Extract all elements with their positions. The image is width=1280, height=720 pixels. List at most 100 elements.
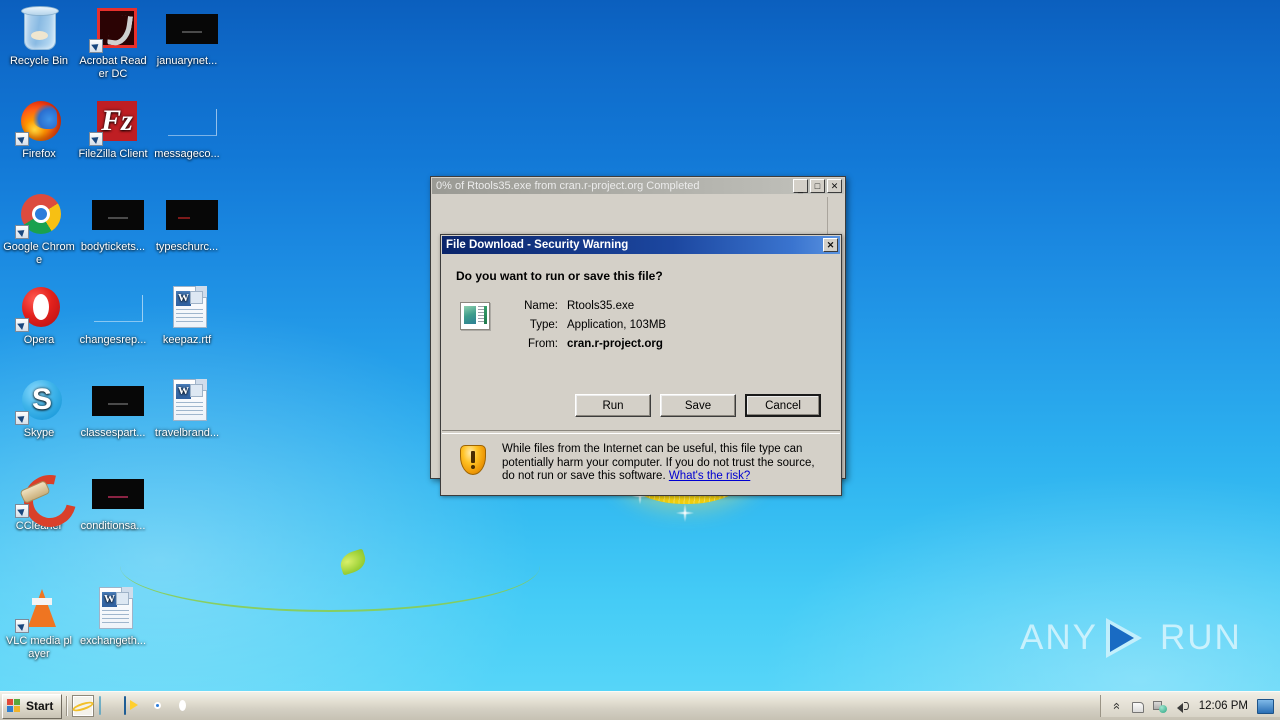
shield-exclamation-dot bbox=[471, 465, 475, 469]
desktop-icon-label: FileZilla Client bbox=[78, 148, 148, 160]
wallpaper-leaf bbox=[337, 548, 369, 576]
desktop-icon[interactable]: Fz FileZilla Client bbox=[76, 99, 150, 161]
desktop-icon[interactable]: CCleaner bbox=[2, 471, 76, 533]
taskbar-separator bbox=[66, 696, 68, 716]
maximize-button[interactable]: □ bbox=[810, 179, 825, 193]
show-hidden-icons-icon[interactable] bbox=[1109, 699, 1123, 713]
save-button[interactable]: Save bbox=[660, 394, 736, 417]
desktop-icon-label: Acrobat Reader DC bbox=[79, 55, 147, 80]
shortcut-arrow-icon bbox=[15, 318, 29, 332]
desktop-icon[interactable]: conditionsa... bbox=[76, 471, 150, 533]
clock[interactable]: 12:06 PM bbox=[1199, 700, 1248, 712]
blackthumb-icon bbox=[164, 6, 218, 52]
download-window-titlebar[interactable]: 0% of Rtools35.exe from cran.r-project.o… bbox=[432, 178, 844, 194]
minimize-button[interactable]: _ bbox=[793, 179, 808, 193]
file-detail-label: Name: bbox=[524, 300, 558, 312]
desktop-icon[interactable]: VLC media player bbox=[2, 586, 76, 660]
action-center-flag-icon[interactable] bbox=[1131, 701, 1144, 713]
thumb-dash bbox=[182, 30, 202, 33]
desktop-icon[interactable]: messageco... bbox=[150, 99, 224, 161]
doc-thumb bbox=[190, 384, 203, 397]
thumb-dash bbox=[108, 216, 128, 219]
file-detail-value: Rtools35.exe bbox=[567, 300, 635, 312]
thumb-dash bbox=[108, 402, 128, 405]
taskbar-internet-explorer-button[interactable] bbox=[74, 697, 93, 715]
desktop-icon[interactable]: Wkeepaz.rtf bbox=[150, 285, 224, 347]
blackthumb-icon bbox=[90, 192, 144, 238]
cancel-button[interactable]: Cancel bbox=[745, 394, 821, 417]
maximize-icon: □ bbox=[814, 181, 821, 191]
warning-shield-icon bbox=[460, 445, 486, 475]
ccleaner-icon bbox=[15, 471, 62, 518]
desktop-icon-label: conditionsa... bbox=[80, 520, 146, 532]
desktop-icon-label: Recycle Bin bbox=[9, 55, 69, 67]
security-dialog-titlebar[interactable]: File Download - Security Warning ✕ bbox=[442, 236, 840, 254]
desktop-icon[interactable]: S Skype bbox=[2, 378, 76, 440]
desktop-icon[interactable]: Wexchangeth... bbox=[76, 586, 150, 648]
network-icon[interactable] bbox=[1152, 699, 1167, 713]
file-download-security-warning-dialog[interactable]: File Download - Security Warning ✕ Do yo… bbox=[440, 234, 842, 496]
minimize-icon: _ bbox=[797, 183, 803, 193]
doc-thumb bbox=[190, 291, 203, 304]
desktop-icon-label: januarynet... bbox=[156, 55, 218, 67]
desktop-icon[interactable]: januarynet... bbox=[150, 6, 224, 68]
desktop-icon[interactable]: typeschurc... bbox=[150, 192, 224, 254]
run-button[interactable]: Run bbox=[575, 394, 651, 417]
download-progress-window[interactable]: 0% of Rtools35.exe from cran.r-project.o… bbox=[430, 176, 846, 496]
download-window-body: File Download - Security Warning ✕ Do yo… bbox=[432, 195, 844, 496]
desktop-icon[interactable]: Firefox bbox=[2, 99, 76, 161]
word-logo: W bbox=[176, 384, 191, 399]
blackthumb-icon bbox=[90, 471, 144, 517]
file-detail-label: From: bbox=[527, 338, 558, 350]
volume-icon[interactable] bbox=[1176, 699, 1190, 713]
quick-launch-bar bbox=[71, 696, 192, 715]
show-desktop-button[interactable] bbox=[1257, 698, 1274, 714]
word-icon: W bbox=[164, 378, 210, 424]
security-dialog-close-button[interactable]: ✕ bbox=[823, 238, 838, 252]
thumb-dash bbox=[108, 495, 128, 498]
system-tray[interactable]: 12:06 PM bbox=[1099, 695, 1280, 717]
desktop[interactable]: Recycle Bin Acrobat Reader DC januarynet..… bbox=[0, 0, 1280, 700]
shield-exclamation-bar bbox=[471, 451, 475, 463]
start-button[interactable]: Start bbox=[2, 693, 63, 719]
desktop-icon[interactable]: Opera bbox=[2, 285, 76, 347]
desktop-icon[interactable]: bodytickets... bbox=[76, 192, 150, 254]
desktop-icon[interactable]: classespart... bbox=[76, 378, 150, 440]
icon-art: W bbox=[173, 286, 207, 328]
close-button[interactable]: ✕ bbox=[827, 179, 842, 193]
icon-art bbox=[92, 479, 144, 509]
desktop-icon[interactable]: Google Chrome bbox=[2, 192, 76, 266]
desktop-icon[interactable]: Recycle Bin bbox=[2, 6, 76, 68]
desktop-icon-label: VLC media player bbox=[5, 635, 73, 660]
desktop-icon[interactable]: Wtravelbrand... bbox=[150, 378, 224, 440]
shortcut-arrow-icon bbox=[15, 132, 29, 146]
taskbar-opera-button[interactable] bbox=[174, 697, 192, 715]
warning-message: While files from the Internet can be use… bbox=[502, 443, 815, 482]
desktop-icon-label: keepaz.rtf bbox=[162, 334, 212, 346]
word-logo: W bbox=[102, 592, 117, 607]
taskbar-windows-media-player-button[interactable] bbox=[124, 696, 142, 715]
desktop-icon-grid: Recycle Bin Acrobat Reader DC januarynet..… bbox=[0, 0, 226, 690]
desktop-icon[interactable]: Acrobat Reader DC bbox=[76, 6, 150, 80]
file-detail-row: Type: Application, 103MB bbox=[442, 319, 840, 331]
taskbar-file-explorer-button[interactable] bbox=[99, 696, 117, 715]
dialog-question: Do you want to run or save this file? bbox=[456, 269, 663, 283]
desktop-icon[interactable]: changesrep... bbox=[76, 285, 150, 347]
taskbar-google-chrome-button[interactable] bbox=[149, 697, 167, 715]
doc-thumb bbox=[116, 592, 129, 605]
desktop-icon-label: travelbrand... bbox=[154, 427, 220, 439]
file-detail-row: Name: Rtools35.exe bbox=[442, 300, 840, 312]
opera-icon bbox=[15, 285, 62, 332]
chrome-icon bbox=[15, 192, 62, 239]
windows-flag-icon bbox=[7, 699, 22, 713]
icon-art: W bbox=[99, 587, 133, 629]
security-dialog-title: File Download - Security Warning bbox=[446, 239, 629, 251]
emptybox-icon bbox=[90, 285, 143, 331]
desktop-icon-label: exchangeth... bbox=[79, 635, 147, 647]
taskbar[interactable]: Start 12:06 PM bbox=[0, 691, 1280, 720]
whats-the-risk-link[interactable]: What's the risk? bbox=[669, 470, 750, 482]
close-icon: ✕ bbox=[830, 181, 839, 191]
doc-lines bbox=[176, 402, 203, 418]
desktop-icon-label: Firefox bbox=[22, 148, 56, 160]
anyrun-watermark: ANY RUN bbox=[1020, 618, 1242, 658]
